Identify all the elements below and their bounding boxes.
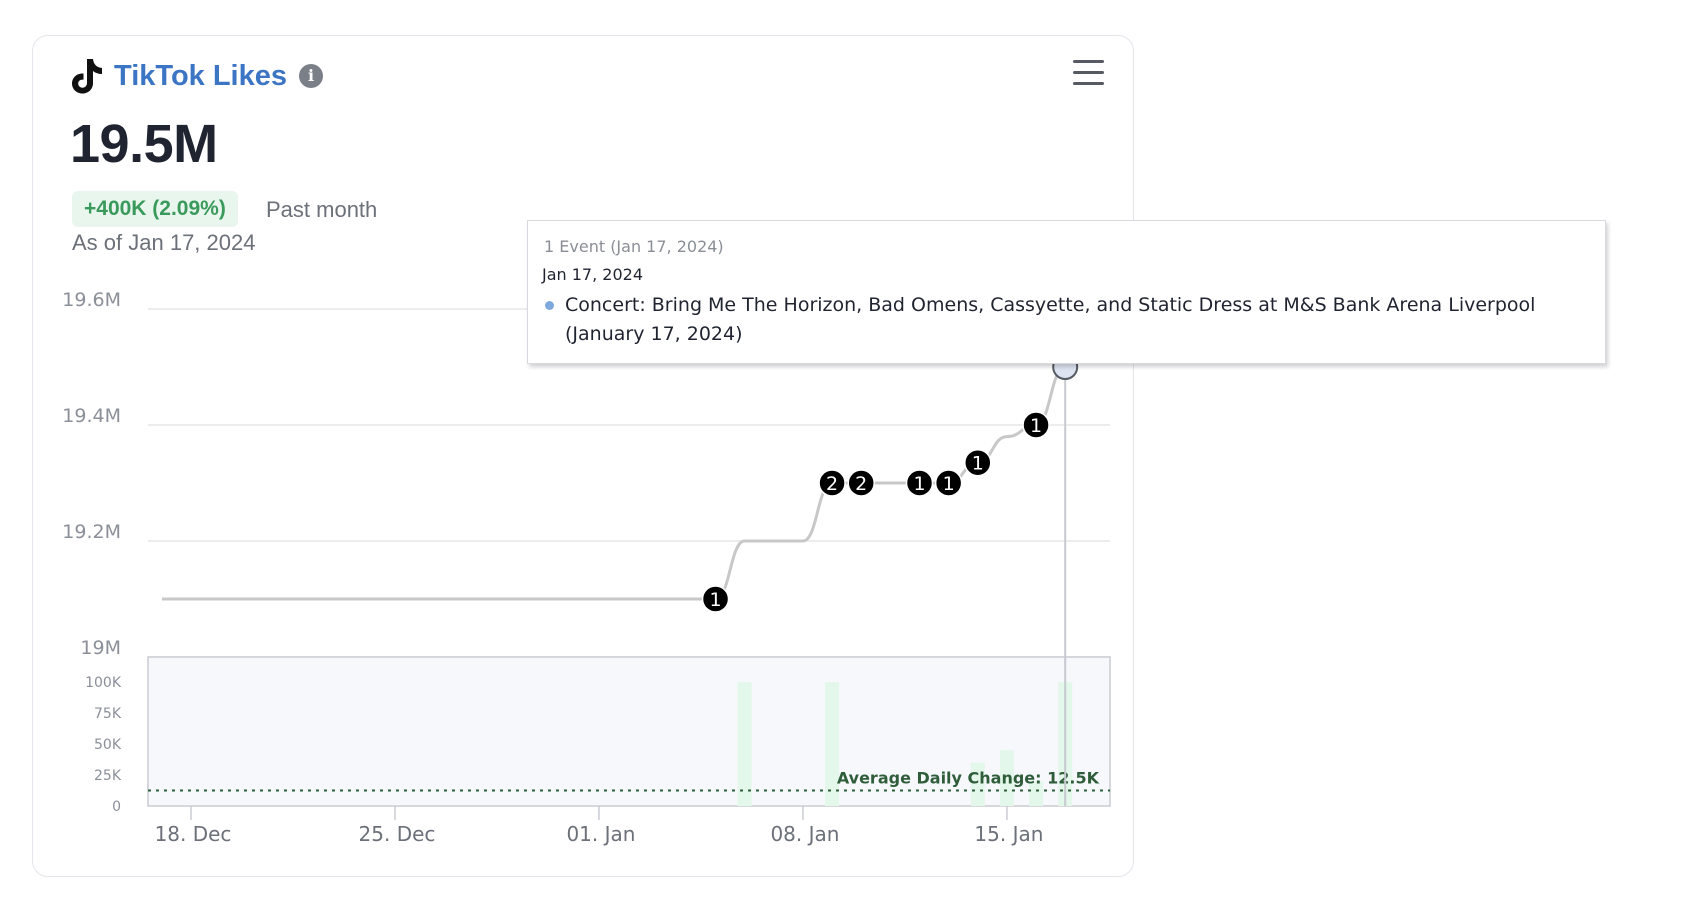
event-marker[interactable]: 1 [964,448,992,477]
event-marker[interactable]: 1 [934,469,963,497]
bar-y-tick-label: 25K [94,768,122,784]
event-marker[interactable]: 1 [1022,411,1050,439]
x-tick-label: 18. Dec [155,822,232,846]
tooltip-date: Jan 17, 2024 [542,265,643,284]
bar-y-tick-label: 100K [85,675,122,691]
event-marker-label: 1 [913,473,925,495]
y-tick-label: 19.6M [62,289,121,311]
event-marker-label: 1 [943,473,955,495]
y-tick-label: 19.4M [62,405,121,427]
bar-y-tick-label: 0 [112,799,121,815]
x-tick-label: 01. Jan [566,822,635,846]
bar-y-tick-label: 75K [94,706,122,722]
tooltip-bullet [545,301,554,310]
event-marker-label: 1 [709,589,721,611]
event-marker[interactable]: 1 [701,585,730,613]
x-tick-label: 15. Jan [974,822,1043,846]
tooltip-event-text: Concert: Bring Me The Horizon, Bad Omens… [565,294,1536,345]
x-tick-label: 25. Dec [359,822,436,846]
y-tick-label: 19.2M [62,521,121,543]
bar-y-tick-label: 50K [94,737,122,753]
event-marker-label: 2 [826,473,838,495]
daily-change-bar [737,682,752,806]
event-marker-label: 1 [1030,415,1042,437]
event-marker-label: 2 [855,473,867,495]
x-tick-label: 08. Jan [770,822,839,846]
event-marker[interactable]: 2 [847,469,875,497]
average-daily-change-label: Average Daily Change: 12.5K [837,769,1100,788]
event-marker[interactable]: 2 [818,469,846,497]
event-marker-label: 1 [972,453,984,475]
event-tooltip: 1 Event (Jan 17, 2024) Jan 17, 2024 Conc… [527,220,1606,364]
likes-chart: 19M 19.2M 19.4M 19.6M 0 25K 50K 75K 100K Average … [62,289,1111,846]
tooltip-header: 1 Event (Jan 17, 2024) [544,237,724,256]
event-marker[interactable]: 1 [905,469,934,497]
y-tick-label: 19M [80,637,121,659]
